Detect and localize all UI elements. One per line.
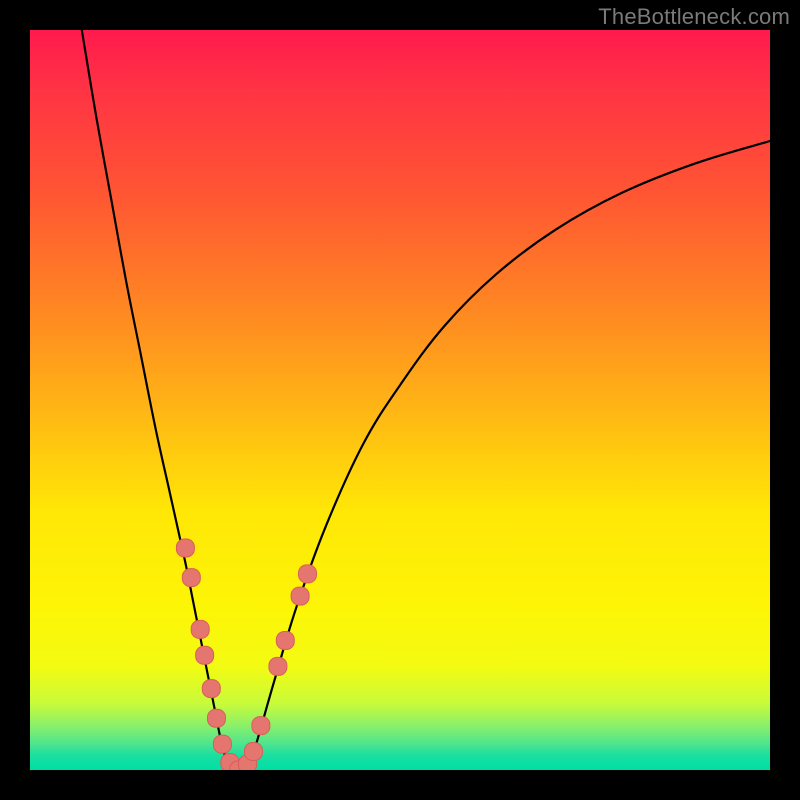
- data-marker: [269, 657, 287, 675]
- data-marker: [191, 620, 209, 638]
- data-marker: [207, 709, 225, 727]
- data-marker: [276, 632, 294, 650]
- data-marker: [252, 717, 270, 735]
- bottleneck-curve: [82, 30, 770, 770]
- plot-area: [30, 30, 770, 770]
- chart-frame: TheBottleneck.com: [0, 0, 800, 800]
- chart-svg: [30, 30, 770, 770]
- marker-group: [176, 539, 316, 770]
- data-marker: [196, 646, 214, 664]
- data-marker: [299, 565, 317, 583]
- data-marker: [244, 743, 262, 761]
- data-marker: [213, 735, 231, 753]
- data-marker: [176, 539, 194, 557]
- watermark-text: TheBottleneck.com: [598, 4, 790, 30]
- data-marker: [291, 587, 309, 605]
- data-marker: [182, 569, 200, 587]
- data-marker: [202, 680, 220, 698]
